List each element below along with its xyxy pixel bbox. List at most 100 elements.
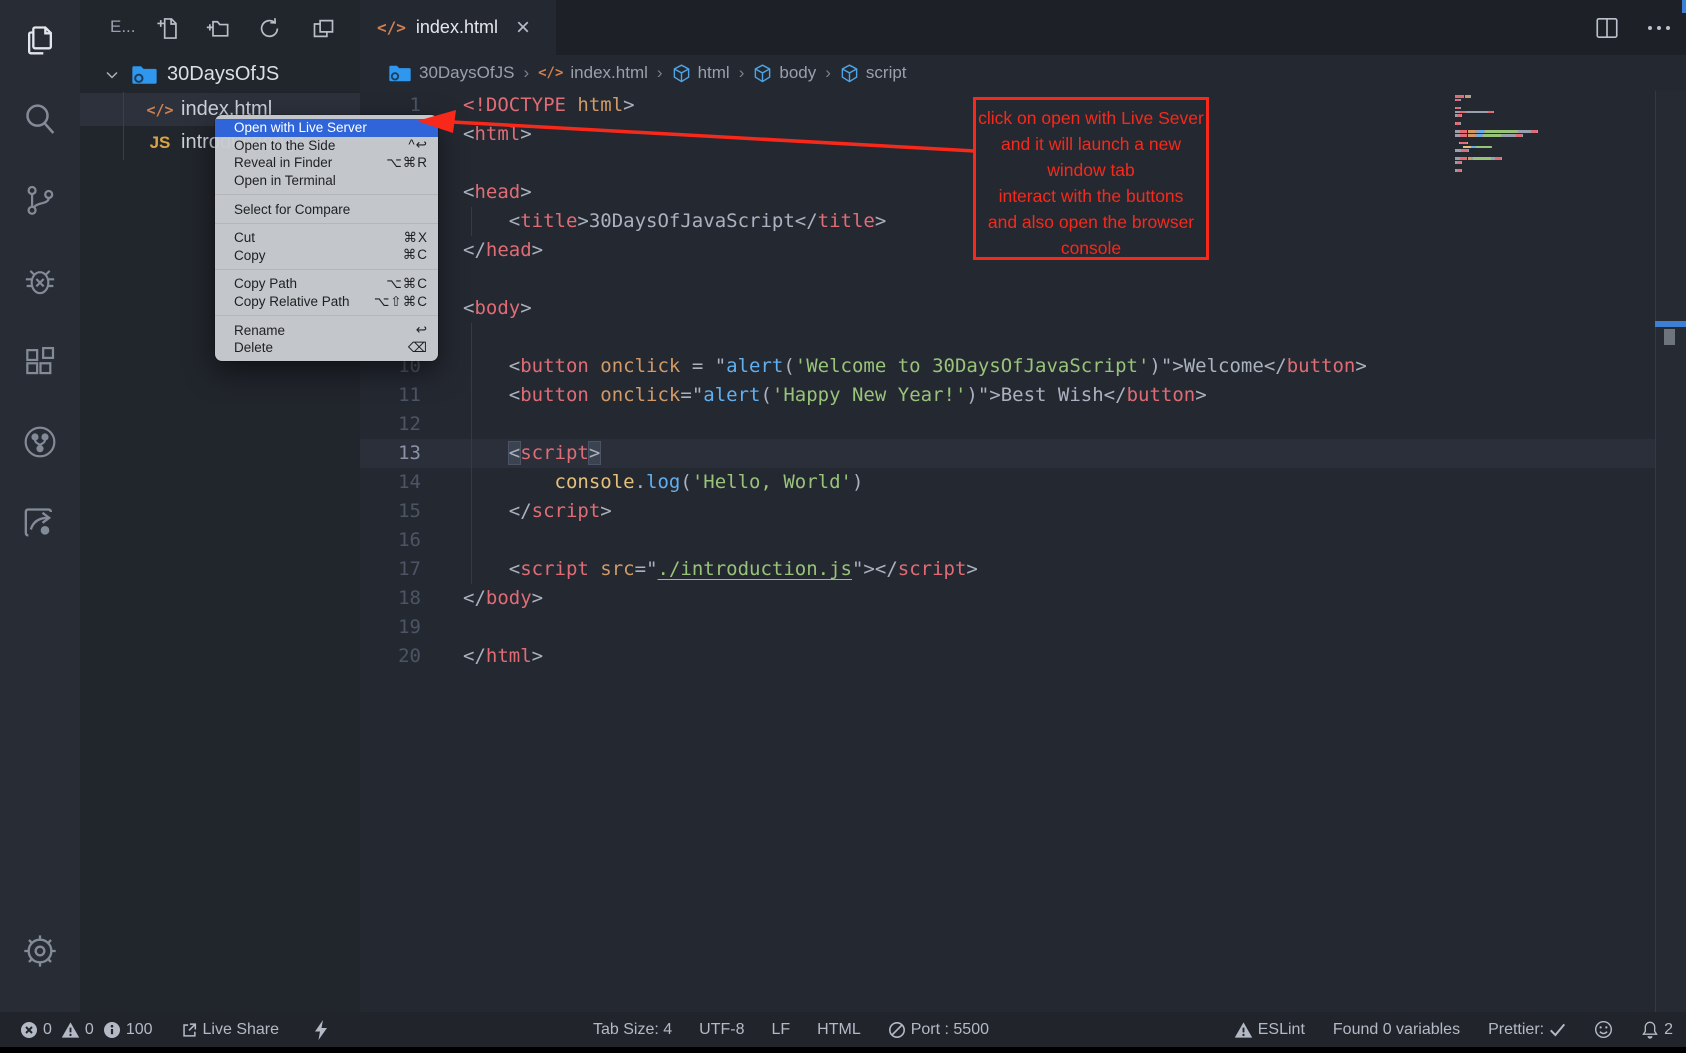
menu-item-shortcut: ⌥⇧⌘C <box>374 294 428 310</box>
code-line[interactable]: 11 <button onclick="alert('Happy New Yea… <box>360 381 1655 410</box>
eslint-status[interactable]: ESLint <box>1234 1021 1305 1039</box>
activity-live-share[interactable] <box>17 499 63 545</box>
search-icon <box>20 99 60 139</box>
prettier-status[interactable]: Prettier: <box>1488 1021 1566 1039</box>
menu-item-copy-path[interactable]: Copy Path⌥⌘C <box>215 275 438 293</box>
split-editor-button[interactable] <box>1594 16 1620 40</box>
js-file-icon: JS <box>142 133 178 153</box>
collapse-folders-button[interactable] <box>308 13 338 43</box>
code-line[interactable]: 20</html> <box>360 642 1655 671</box>
live-server-port[interactable]: Port : 5500 <box>888 1021 989 1039</box>
breadcrumb-script[interactable]: script <box>840 63 907 83</box>
menu-item-reveal-in-finder[interactable]: Reveal in Finder⌥⌘R <box>215 154 438 172</box>
breadcrumb-html[interactable]: html <box>672 63 730 83</box>
tab-size-indicator[interactable]: Tab Size: 4 <box>593 1021 672 1039</box>
tab-strip: </> index.html × <box>360 0 1686 55</box>
code-line[interactable]: 14 console.log('Hello, World') <box>360 468 1655 497</box>
code-line[interactable]: 17 <script src="./introduction.js"></scr… <box>360 555 1655 584</box>
code-line[interactable]: 10 <button onclick = "alert('Welcome to … <box>360 352 1655 381</box>
refresh-button[interactable] <box>254 13 284 43</box>
extensions-icon <box>21 343 59 381</box>
code-line[interactable]: 8<body> <box>360 294 1655 323</box>
minimap-row <box>1455 95 1547 98</box>
problems-errors[interactable]: 0 <box>20 1021 52 1039</box>
activity-source-control[interactable] <box>17 177 63 223</box>
bug-icon <box>20 261 60 301</box>
error-icon <box>20 1021 38 1039</box>
menu-item-copy-relative-path[interactable]: Copy Relative Path⌥⇧⌘C <box>215 293 438 311</box>
tree-root-label: 30DaysOfJS <box>167 63 279 86</box>
problems-warnings[interactable]: 0 <box>61 1021 94 1039</box>
feedback-button[interactable] <box>1594 1020 1613 1039</box>
breadcrumb-body[interactable]: body <box>753 63 816 83</box>
activity-gitlens[interactable] <box>17 419 63 465</box>
code-text: <!DOCTYPE html> <box>463 91 635 120</box>
code-line[interactable]: 19 <box>360 613 1655 642</box>
menu-item-cut[interactable]: Cut⌘X <box>215 229 438 247</box>
code-line[interactable]: 18</body> <box>360 584 1655 613</box>
activity-extensions[interactable] <box>17 339 63 385</box>
menu-item-select-for-compare[interactable]: Select for Compare <box>215 200 438 218</box>
variables-status[interactable]: Found 0 variables <box>1333 1021 1460 1039</box>
line-number: 20 <box>360 642 463 671</box>
menu-item-label: Rename <box>234 323 285 338</box>
minimap[interactable] <box>1455 95 1547 173</box>
code-line[interactable]: 16 <box>360 526 1655 555</box>
activity-settings[interactable] <box>17 928 63 974</box>
minimap-row <box>1455 138 1547 141</box>
html-file-icon: </> <box>377 18 406 37</box>
html-file-icon: </> <box>538 65 563 81</box>
new-file-button[interactable] <box>152 13 182 43</box>
language-indicator[interactable]: HTML <box>817 1021 861 1039</box>
menu-item-open-to-the-side[interactable]: Open to the Side^↩ <box>215 137 438 155</box>
code-line[interactable]: 9 <box>360 323 1655 352</box>
menu-item-label: Open with Live Server <box>234 120 367 135</box>
activity-bar <box>0 0 80 1012</box>
minimap-row <box>1455 122 1547 125</box>
more-actions-button[interactable] <box>1646 24 1672 32</box>
code-line[interactable]: 15 </script> <box>360 497 1655 526</box>
eol-indicator[interactable]: LF <box>771 1021 790 1039</box>
problems-info[interactable]: 100 <box>103 1021 153 1039</box>
activity-explorer[interactable] <box>17 17 63 63</box>
annotation-line: and it will launch a new <box>976 131 1206 157</box>
code-line[interactable]: 13 <script> <box>360 439 1655 468</box>
code-text: <button onclick = "alert('Welcome to 30D… <box>463 352 1367 381</box>
menu-item-copy[interactable]: Copy⌘C <box>215 247 438 265</box>
notifications-button[interactable]: 2 <box>1641 1020 1673 1039</box>
tree-root-30daysofjs[interactable]: 30DaysOfJS <box>80 58 360 91</box>
line-number: 14 <box>360 468 463 497</box>
menu-item-open-in-terminal[interactable]: Open in Terminal <box>215 172 438 190</box>
menu-item-open-with-live-server[interactable]: Open with Live Server <box>215 119 438 137</box>
new-folder-button[interactable] <box>202 13 232 43</box>
code-text: </head> <box>463 236 543 265</box>
breadcrumb: 30DaysOfJS › </> index.html › html › bod… <box>360 55 1686 91</box>
close-icon[interactable]: × <box>516 16 530 40</box>
scroll-decoration <box>1682 0 1686 13</box>
menu-item-shortcut: ⌘X <box>403 230 428 246</box>
menu-separator <box>215 194 438 195</box>
activity-search[interactable] <box>17 96 63 142</box>
info-icon <box>103 1021 121 1039</box>
breadcrumb-separator: › <box>657 63 663 83</box>
status-bar: 0 0 100 Live Share Tab Size: 4 <box>0 1012 1686 1047</box>
minimap-row <box>1455 165 1547 168</box>
smiley-icon <box>1594 1020 1613 1039</box>
breadcrumb-folder[interactable]: 30DaysOfJS <box>388 63 514 83</box>
code-line[interactable]: 12 <box>360 410 1655 439</box>
activity-run-debug[interactable] <box>17 258 63 304</box>
live-share-button[interactable]: Live Share <box>180 1021 280 1039</box>
warning-triangle-icon <box>1234 1021 1253 1039</box>
minimap-row <box>1455 126 1547 129</box>
menu-item-rename[interactable]: Rename↩ <box>215 321 438 339</box>
code-text: <html> <box>463 120 532 149</box>
symbol-cube-icon <box>840 64 859 83</box>
tab-index-html[interactable]: </> index.html × <box>360 0 556 55</box>
scrollbar-thumb[interactable] <box>1664 329 1675 345</box>
encoding-indicator[interactable]: UTF-8 <box>699 1021 744 1039</box>
breadcrumb-file[interactable]: </> index.html <box>538 63 648 83</box>
menu-item-delete[interactable]: Delete⌫ <box>215 339 438 357</box>
code-line[interactable]: 7 <box>360 265 1655 294</box>
lightning-button[interactable] <box>314 1020 328 1040</box>
minimap-row <box>1455 103 1547 106</box>
